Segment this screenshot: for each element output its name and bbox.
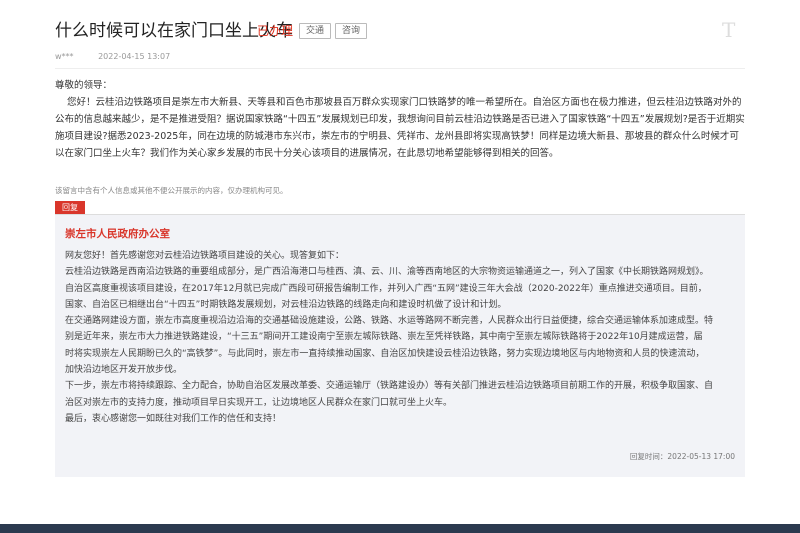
reply-line: 自治区高度重视该项目建设，在2017年12月就已完成广西段可研报告编制工作，并列… — [65, 283, 707, 294]
reply-line: 国家、自治区已相继出台“十四五”时期铁路发展规划，对云桂沿边铁路的线路走向和建设… — [65, 299, 507, 310]
question-body: 您好！云桂沿边铁路项目是崇左市大新县、天等县和百色市那坡县百万群众实现家门口铁路… — [55, 97, 745, 159]
status-label: 已办理 — [257, 24, 294, 38]
reply-line: 下一步，崇左市将持续跟踪、全力配合，协助自治区发展改革委、交通运输厅（铁路建设办… — [65, 381, 714, 392]
reply-org: 崇左市人民政府办公室 — [65, 228, 170, 240]
tag-consult[interactable]: 咨询 — [335, 23, 368, 39]
reply-line: 时将实现崇左人民期盼已久的“高铁梦”。与此同时，崇左市一直持续推动国家、自治区加… — [65, 348, 705, 359]
corner-logo: T — [722, 18, 736, 42]
question-greeting: 尊敬的领导： — [55, 80, 113, 91]
post-date: 2022-04-15 13:07 — [98, 52, 171, 61]
reply-line: 网友您好！首先感谢您对云桂沿边铁路项目建设的关心。现答复如下： — [65, 251, 345, 261]
reply-line: 别是近年来，崇左市大力推进铁路建设，“十三五”期间开工建设南宁至崇左城际铁路、崇… — [65, 332, 703, 343]
author-name: w*** — [55, 52, 74, 61]
reply-line: 最后，衷心感谢您一如既往对我们工作的信任和支持！ — [65, 413, 282, 424]
reply-line: 治区对崇左市的支持力度，推动项目早日实现开工，让边境地区人民群众在家门口就可坐上… — [65, 397, 453, 408]
reply-badge: 回复 — [55, 201, 85, 214]
reply-line: 在交通路网建设方面，崇左市高度重视沿边沿海的交通基础设施建设，公路、铁路、水运等… — [65, 316, 714, 327]
reply-box: 崇左市人民政府办公室 网友您好！首先感谢您对云桂沿边铁路项目建设的关心。现答复如… — [55, 214, 745, 477]
privacy-notice: 该留言中含有个人信息或其他不便公开展示的内容，仅办理机构可见。 — [55, 186, 288, 195]
reply-time: 回复时间：2022-05-13 17:00 — [629, 452, 735, 461]
footer-bar — [0, 524, 800, 533]
meta-info: w*** 2022-04-15 13:07 — [55, 52, 170, 61]
reply-line: 加快沿边地区开发开放步伐。 — [65, 365, 183, 376]
title-row: 什么时候可以在家门口坐上火车 已办理 交通 咨询 T — [55, 18, 745, 42]
reply-line: 云桂沿边铁路是西南沿边铁路的重要组成部分，是广西沿海港口与桂西、滇、云、川、渝等… — [65, 267, 709, 278]
reply-body: 网友您好！首先感谢您对云桂沿边铁路项目建设的关心。现答复如下： 云桂沿边铁路是西… — [65, 248, 733, 427]
divider — [55, 68, 745, 69]
tag-traffic[interactable]: 交通 — [299, 23, 332, 39]
